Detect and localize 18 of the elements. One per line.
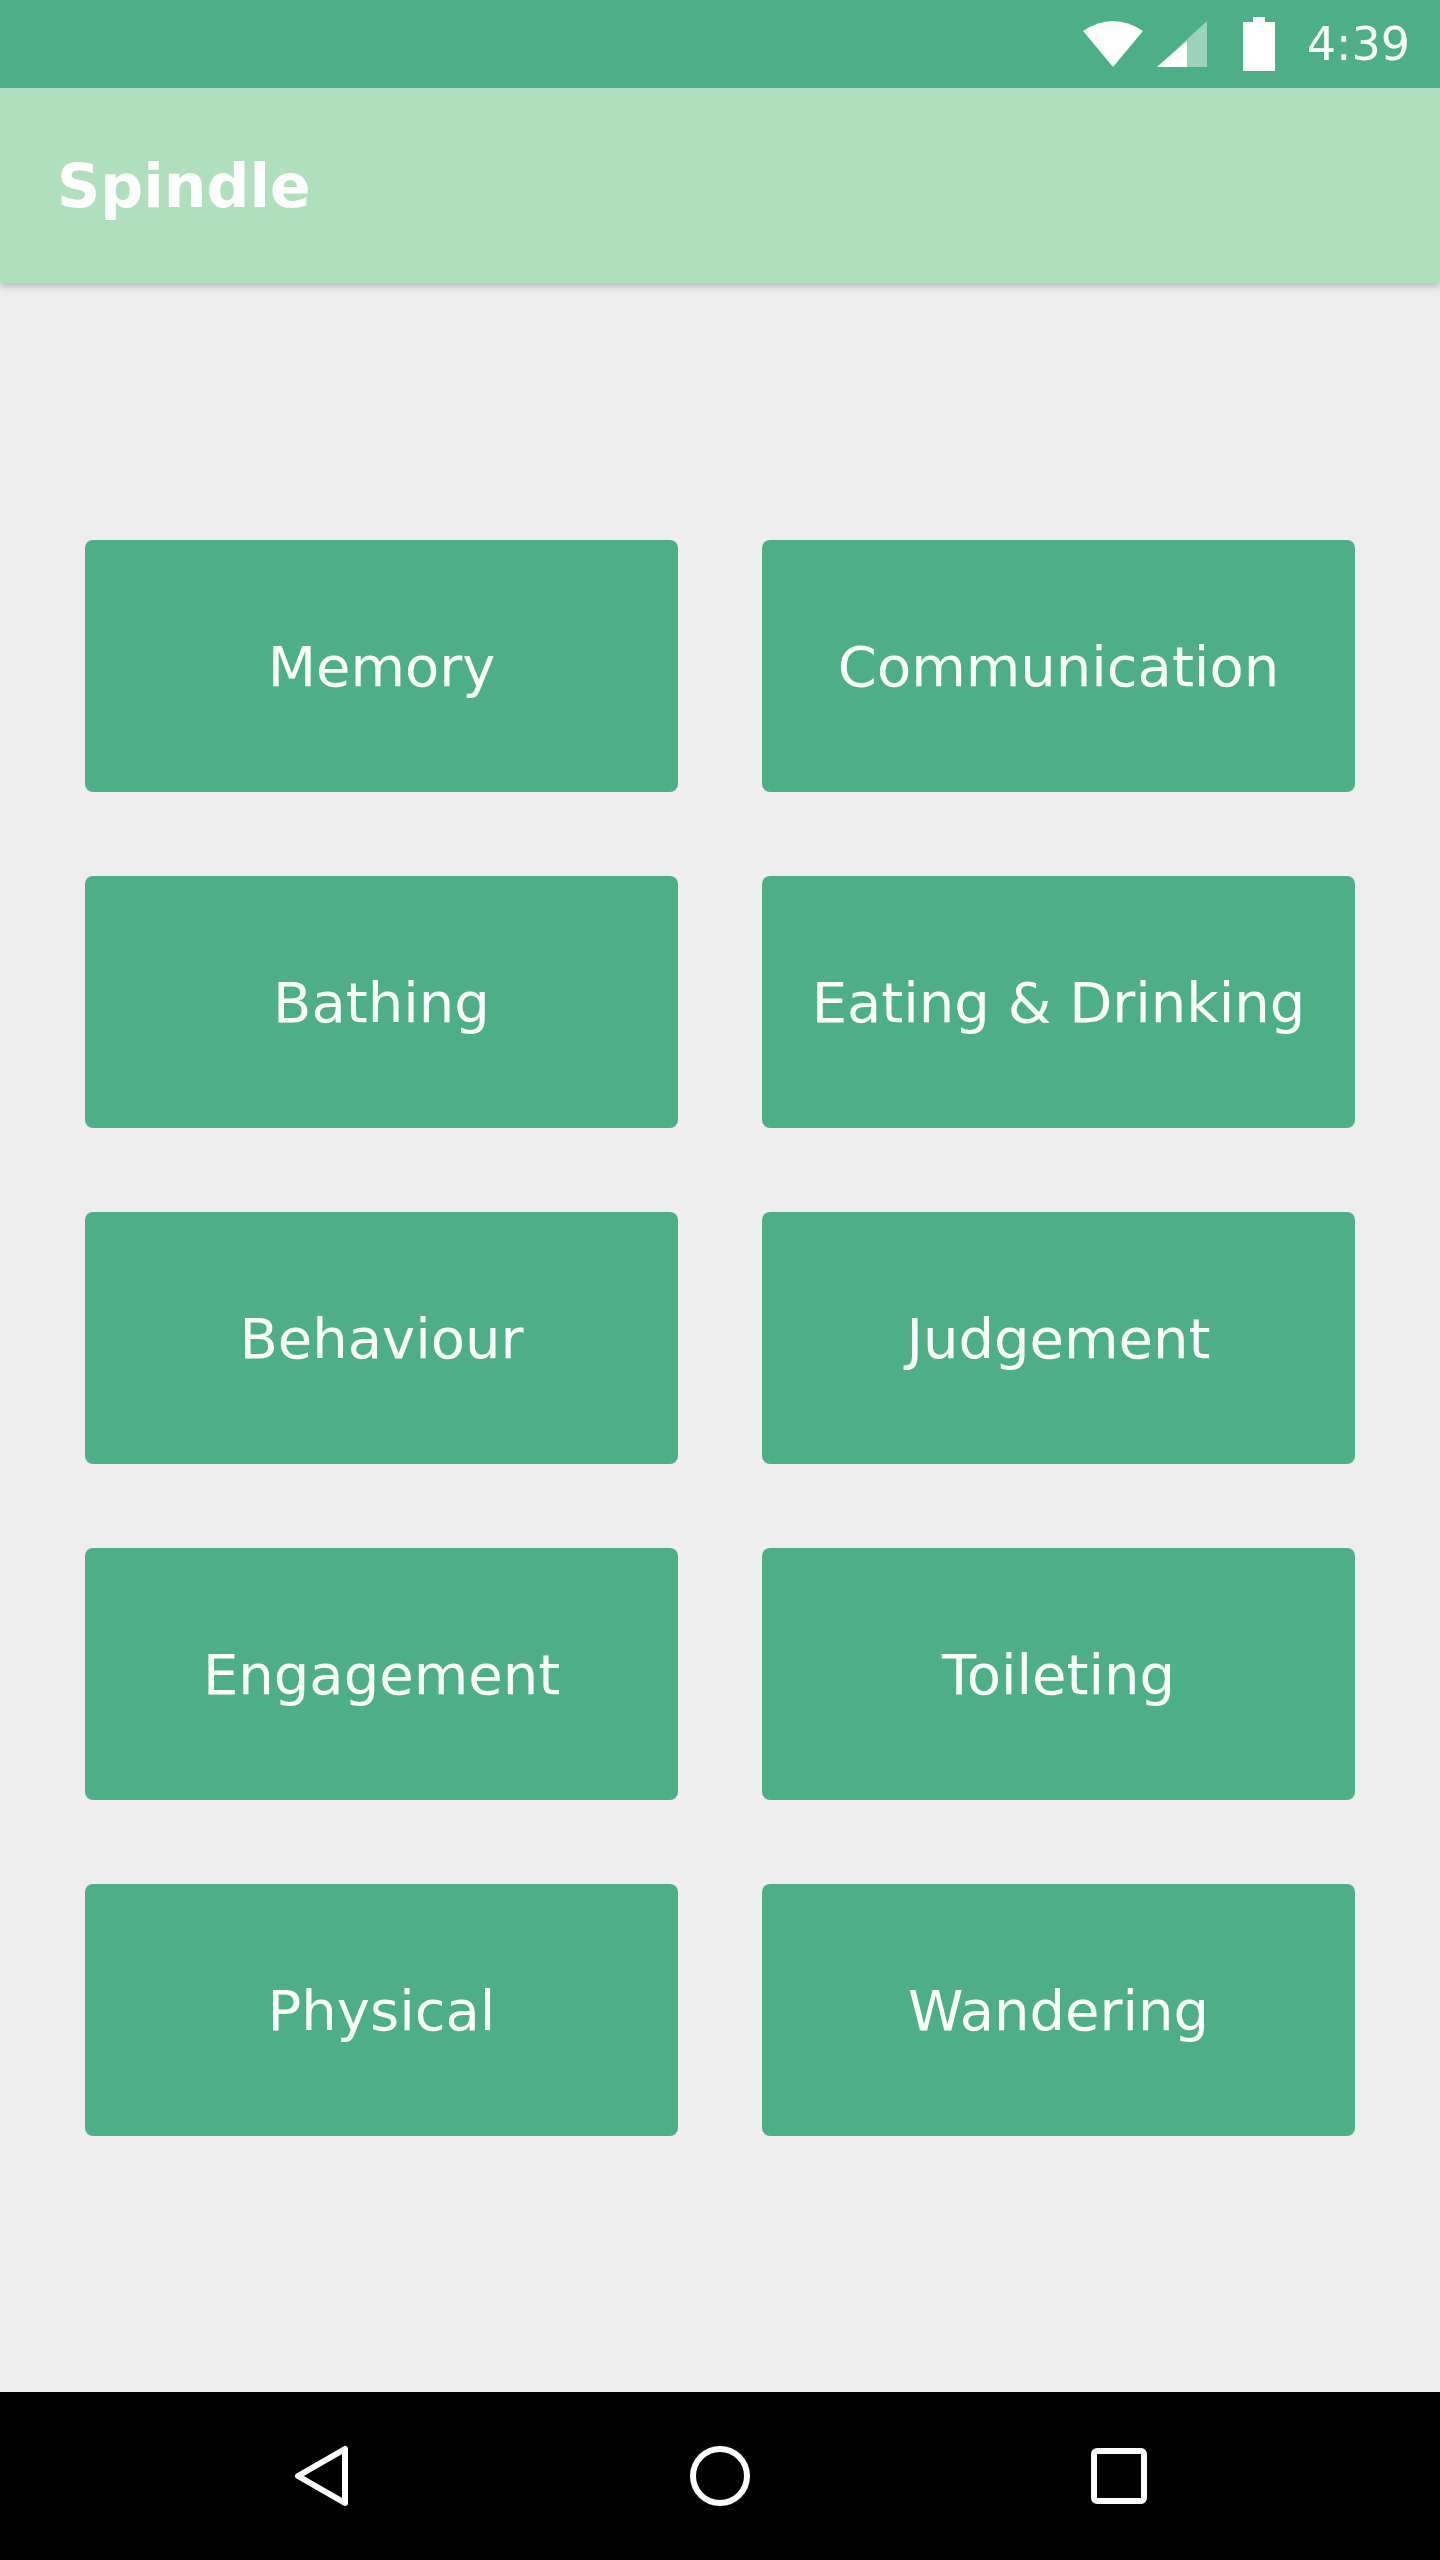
category-button[interactable]: Eating & Drinking: [762, 876, 1355, 1128]
category-button[interactable]: Toileting: [762, 1548, 1355, 1800]
category-button[interactable]: Bathing: [85, 876, 678, 1128]
category-button[interactable]: Wandering: [762, 1884, 1355, 2136]
app-title: Spindle: [57, 150, 311, 221]
category-button[interactable]: Physical: [85, 1884, 678, 2136]
back-icon[interactable]: [293, 2445, 349, 2507]
clock-time: 4:39: [1306, 17, 1410, 71]
category-button[interactable]: Communication: [762, 540, 1355, 792]
category-button[interactable]: Judgement: [762, 1212, 1355, 1464]
home-icon[interactable]: [689, 2445, 751, 2507]
battery-icon: [1242, 17, 1275, 71]
wifi-icon: [1082, 21, 1143, 67]
category-button[interactable]: Engagement: [85, 1548, 678, 1800]
category-button[interactable]: Memory: [85, 540, 678, 792]
recents-icon[interactable]: [1091, 2448, 1147, 2504]
signal-icon: [1156, 21, 1207, 67]
category-button[interactable]: Behaviour: [85, 1212, 678, 1464]
